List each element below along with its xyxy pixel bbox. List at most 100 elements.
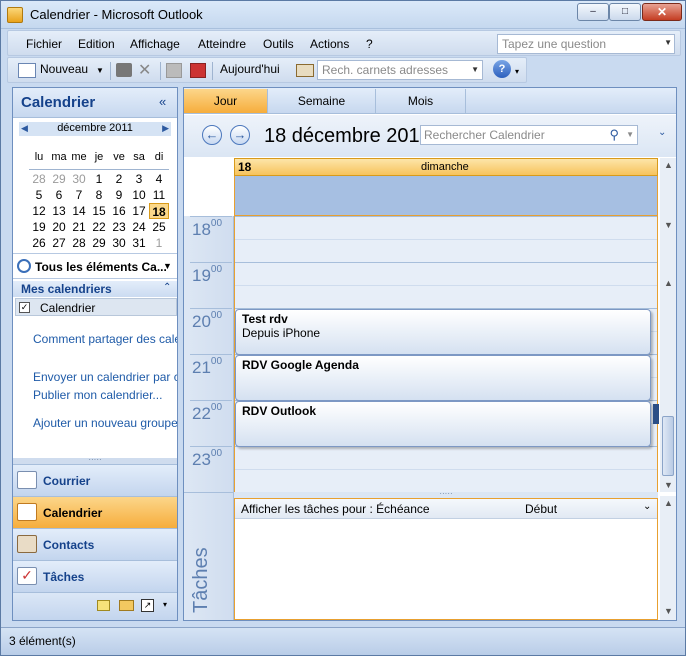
nav-button-contacts[interactable]: Contacts — [13, 528, 177, 560]
mini-calendar-day[interactable]: 10 — [129, 187, 149, 203]
chevron-down-icon[interactable]: ▼ — [626, 130, 634, 139]
daily-task-list[interactable]: Afficher les tâches pour : Échéance Débu… — [234, 498, 658, 620]
mini-calendar-day[interactable]: 7 — [69, 187, 89, 203]
mini-calendar-day[interactable]: 6 — [49, 187, 69, 203]
mini-calendar-day[interactable]: 9 — [109, 187, 129, 203]
chevron-down-icon[interactable]: ▼ — [471, 65, 479, 74]
menu-fichier[interactable]: Fichier — [26, 37, 62, 51]
mini-calendar-day[interactable]: 21 — [69, 219, 89, 235]
menu-edition[interactable]: Edition — [78, 37, 115, 51]
mini-calendar-day[interactable]: 2 — [109, 171, 129, 187]
calendar-list-item[interactable]: ✓ Calendrier — [15, 298, 177, 316]
appointment-google-agenda[interactable]: RDV Google Agenda — [235, 355, 651, 401]
scroll-down-icon[interactable]: ▼ — [664, 220, 673, 230]
mini-calendar-day[interactable]: 15 — [89, 203, 109, 219]
close-button[interactable]: ✕ — [642, 3, 682, 21]
mini-calendar-day[interactable]: 27 — [49, 235, 69, 251]
scroll-up-icon[interactable]: ▲ — [664, 160, 673, 170]
shortcut-icon[interactable]: ↗ — [141, 599, 154, 612]
tab-day[interactable]: Jour — [184, 89, 268, 113]
menu-affichage[interactable]: Affichage — [130, 37, 180, 51]
mini-calendar-day[interactable]: 26 — [29, 235, 49, 251]
address-book-icon[interactable] — [296, 64, 314, 77]
help-icon[interactable]: ? — [493, 60, 511, 78]
mini-calendar-today[interactable]: 18 — [149, 203, 169, 219]
search-icon[interactable]: ⚲ — [609, 127, 619, 143]
my-calendars-header[interactable]: Mes calendriers ⌃ — [13, 281, 177, 297]
previous-day-button[interactable]: ← — [202, 125, 222, 145]
mini-calendar-day[interactable]: 5 — [29, 187, 49, 203]
tasks-scrollbar[interactable]: ▲ ▼ — [660, 496, 676, 620]
mini-calendar-day[interactable]: 17 — [129, 203, 149, 219]
mini-calendar-day[interactable]: 14 — [69, 203, 89, 219]
expand-icon[interactable]: ⌄ — [643, 501, 651, 512]
chevron-down-icon[interactable]: ▼ — [96, 66, 104, 75]
schedule-scrollbar[interactable]: ▲ ▼ ▲ ▼ — [660, 158, 676, 492]
mini-calendar-day[interactable]: 19 — [29, 219, 49, 235]
chevron-down-icon[interactable]: ▼ — [163, 261, 172, 271]
mini-calendar-day[interactable]: 8 — [89, 187, 109, 203]
new-button[interactable]: Nouveau — [40, 62, 88, 76]
chevron-down-icon[interactable]: ▼ — [664, 38, 672, 47]
mini-calendar-day[interactable]: 1 — [89, 171, 109, 187]
mini-calendar-day[interactable]: 28 — [69, 235, 89, 251]
appointment-outlook[interactable]: RDV Outlook — [235, 401, 651, 447]
publish-calendar-link[interactable]: Publier mon calendrier... — [33, 388, 177, 402]
scroll-thumb[interactable] — [662, 416, 674, 476]
task-arrange-header[interactable]: Afficher les tâches pour : Échéance — [241, 502, 430, 516]
calendar-search-input[interactable]: Rechercher Calendrier ⚲ ▼ — [420, 125, 638, 145]
day-schedule-grid[interactable]: Test rdv Depuis iPhone RDV Google Agenda… — [234, 216, 659, 492]
nav-button-mail[interactable]: Courrier — [13, 464, 177, 496]
menu-actions[interactable]: Actions — [310, 37, 349, 51]
calendar-colored-icon[interactable] — [190, 63, 206, 78]
tab-week[interactable]: Semaine — [268, 89, 376, 113]
menu-atteindre[interactable]: Atteindre — [198, 37, 246, 51]
nav-button-calendar[interactable]: Calendrier — [13, 496, 177, 528]
next-month-icon[interactable]: ▶ — [162, 123, 169, 134]
mini-calendar-day[interactable]: 24 — [129, 219, 149, 235]
add-group-link[interactable]: Ajouter un nouveau groupe — [33, 416, 177, 430]
menu-help[interactable]: ? — [366, 37, 373, 51]
mini-calendar-day[interactable]: 30 — [69, 171, 89, 187]
delete-icon[interactable]: ✕ — [138, 60, 151, 80]
mini-calendar-day[interactable]: 29 — [49, 171, 69, 187]
collapse-section-icon[interactable]: ⌃ — [163, 282, 171, 293]
expand-search-icon[interactable]: ⌄ — [658, 127, 666, 138]
address-book-search[interactable]: Rech. carnets adresses ▼ — [317, 60, 483, 80]
mini-calendar-day[interactable]: 12 — [29, 203, 49, 219]
today-button[interactable]: Aujourd'hui — [220, 62, 280, 76]
configure-buttons-icon[interactable]: ▾ — [163, 600, 167, 609]
notes-icon[interactable] — [97, 600, 110, 611]
mini-calendar-day[interactable]: 11 — [149, 187, 169, 203]
mini-calendar-day[interactable]: 30 — [109, 235, 129, 251]
mini-calendar-day[interactable]: 13 — [49, 203, 69, 219]
mini-calendar-day[interactable]: 23 — [109, 219, 129, 235]
menu-outils[interactable]: Outils — [263, 37, 294, 51]
maximize-button[interactable]: □ — [609, 3, 641, 21]
mini-calendar-day[interactable]: 28 — [29, 171, 49, 187]
mini-calendar-day[interactable]: 3 — [129, 171, 149, 187]
tab-month[interactable]: Mois — [376, 89, 466, 113]
next-day-button[interactable]: → — [230, 125, 250, 145]
scroll-down-icon[interactable]: ▼ — [664, 606, 673, 616]
mini-calendar-day[interactable]: 31 — [129, 235, 149, 251]
calendar-checkbox[interactable]: ✓ — [19, 302, 30, 313]
nav-button-tasks[interactable]: ✓ Tâches — [13, 560, 177, 592]
mini-calendar-day[interactable]: 22 — [89, 219, 109, 235]
toolbar-options-icon[interactable]: ▾ — [515, 67, 519, 76]
all-calendar-items-dropdown[interactable]: Tous les éléments Ca... ▼ — [13, 253, 177, 279]
send-calendar-link[interactable]: Envoyer un calendrier par courrier — [33, 370, 177, 384]
minimize-button[interactable]: – — [577, 3, 609, 21]
print-icon[interactable] — [116, 63, 132, 77]
scroll-up-icon[interactable]: ▲ — [664, 498, 673, 508]
scroll-up-icon[interactable]: ▲ — [664, 278, 673, 288]
mini-calendar-day[interactable]: 20 — [49, 219, 69, 235]
prev-month-icon[interactable]: ◀ — [21, 123, 28, 134]
appointment-test-rdv[interactable]: Test rdv Depuis iPhone — [235, 309, 651, 355]
all-day-events-area[interactable] — [234, 176, 658, 216]
ask-question-input[interactable]: Tapez une question ▼ — [497, 34, 675, 54]
mini-calendar-day[interactable]: 1 — [149, 235, 169, 251]
folder-icon[interactable] — [119, 600, 134, 611]
mini-calendar-day[interactable]: 29 — [89, 235, 109, 251]
mini-calendar-day[interactable]: 16 — [109, 203, 129, 219]
